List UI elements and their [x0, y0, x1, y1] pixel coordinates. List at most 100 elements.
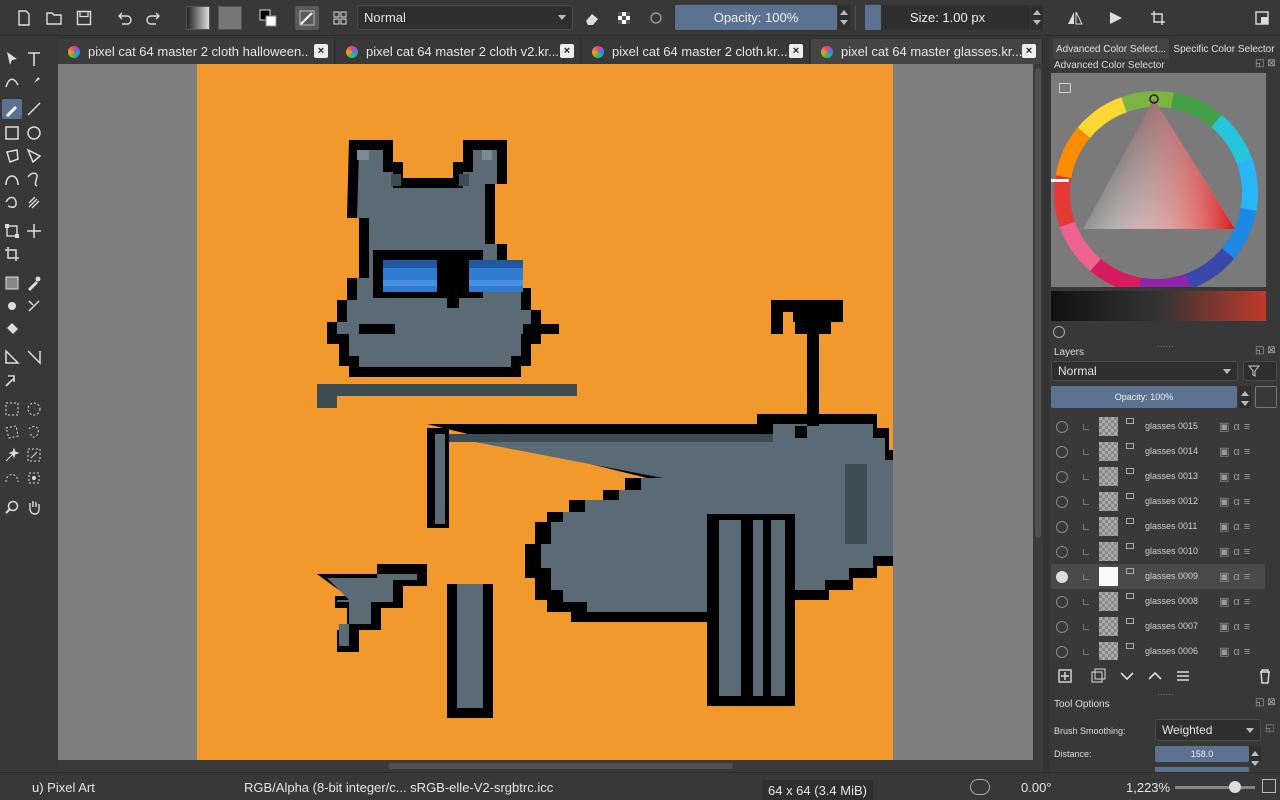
brush-preset-icon[interactable] [295, 6, 319, 30]
transform-tool-icon[interactable] [2, 221, 22, 241]
mirror-vertical-icon[interactable] [1104, 6, 1128, 30]
wrap-around-icon[interactable] [1146, 6, 1170, 30]
layers-docker-float-close-icons[interactable]: ◱ ⊠ [1255, 345, 1276, 356]
layer-opacity-spinner[interactable] [1239, 386, 1251, 408]
measure-tool-icon[interactable] [2, 347, 22, 367]
expand-chevron-icon[interactable] [1083, 599, 1089, 605]
expand-chevron-icon[interactable] [1083, 474, 1089, 480]
layer-opacity-slider[interactable]: Opacity: 100% [1051, 386, 1237, 408]
color-selector-area[interactable] [1051, 73, 1266, 299]
distance-slider[interactable]: 158.0 [1155, 746, 1249, 762]
close-tab-icon[interactable]: × [789, 44, 803, 58]
canvas-horizontal-scrollbar[interactable] [58, 760, 1033, 772]
docker-grip[interactable]: ...... [1157, 687, 1174, 698]
mirror-horizontal-icon[interactable] [1063, 6, 1087, 30]
polygon-tool-icon[interactable] [2, 146, 22, 166]
docker-float-close-icons[interactable]: ◱ ⊠ [1255, 58, 1276, 69]
image-size-status[interactable]: 64 x 64 (3.4 MiB) [762, 780, 873, 800]
hidden-eye-icon[interactable] [1056, 471, 1068, 483]
tool-options-side-icon[interactable]: ◱ [1265, 723, 1274, 734]
layer-settings-icon[interactable] [1171, 664, 1195, 688]
freehand-brush-icon[interactable] [2, 99, 22, 119]
layer-lock-alpha-icons[interactable]: ▣α≡ [1219, 545, 1254, 558]
layer-lock-alpha-icons[interactable]: ▣α≡ [1219, 645, 1254, 658]
expand-chevron-icon[interactable] [1083, 549, 1089, 555]
layer-row[interactable]: glasses 0009 ▣α≡ [1051, 564, 1265, 589]
zoom-tool-icon[interactable] [2, 497, 22, 517]
workspace-icon[interactable] [1250, 6, 1274, 30]
dynamic-brush-icon[interactable] [2, 192, 22, 212]
expand-chevron-icon[interactable] [1083, 574, 1089, 580]
redo-icon[interactable] [142, 6, 166, 30]
hidden-eye-icon[interactable] [1056, 446, 1068, 458]
edit-shapes-icon[interactable] [2, 72, 22, 92]
document-tab-1[interactable]: pixel cat 64 master 2 cloth halloween...… [58, 39, 335, 64]
size-slider[interactable]: Size: 1.00 px [865, 5, 1030, 30]
layer-lock-alpha-icons[interactable]: ▣α≡ [1219, 520, 1254, 533]
multibrush-icon[interactable] [24, 192, 44, 212]
color-picker-icon[interactable] [24, 273, 44, 293]
ellipse-tool-icon[interactable] [24, 123, 44, 143]
pixel-art-canvas[interactable] [197, 64, 925, 760]
layer-blend-mode-select[interactable]: Normal [1051, 361, 1238, 381]
polygon-select-icon[interactable] [2, 422, 22, 442]
hidden-eye-icon[interactable] [1056, 596, 1068, 608]
reload-preset-icon[interactable] [644, 6, 668, 30]
freehand-select-icon[interactable] [24, 422, 44, 442]
expand-chevron-icon[interactable] [1083, 449, 1089, 455]
undo-icon[interactable] [112, 6, 136, 30]
brush-smoothing-select[interactable]: Weighted [1155, 719, 1261, 741]
hidden-eye-icon[interactable] [1056, 646, 1068, 658]
zoom-slider-handle[interactable] [1229, 781, 1241, 793]
delete-layer-icon[interactable] [1253, 664, 1277, 688]
eraser-mode-icon[interactable] [580, 6, 604, 30]
document-tab-4-active[interactable]: pixel cat 64 master glasses.kr... × [811, 39, 1043, 64]
hidden-eye-icon[interactable] [1056, 421, 1068, 433]
reference-image-icon[interactable] [2, 370, 22, 390]
distance-spinner[interactable] [1249, 746, 1261, 766]
hidden-eye-icon[interactable] [1056, 546, 1068, 558]
gradient-preset-icon[interactable] [186, 6, 210, 30]
layer-lock-alpha-icons[interactable]: ▣α≡ [1219, 445, 1254, 458]
canvas-viewport[interactable] [58, 64, 1033, 760]
canvas-vertical-scrollbar[interactable] [1033, 64, 1043, 760]
open-folder-icon[interactable] [42, 6, 66, 30]
layer-lock-alpha-icons[interactable]: ▣α≡ [1219, 470, 1254, 483]
expand-chevron-icon[interactable] [1083, 624, 1089, 630]
document-tab-3[interactable]: pixel cat 64 master 2 cloth.kr... × [582, 39, 810, 64]
rotation-dial-icon[interactable] [970, 779, 990, 795]
layer-lock-alpha-icons[interactable]: ▣α≡ [1219, 570, 1254, 583]
document-tab-2[interactable]: pixel cat 64 master 2 cloth v2.kr... × [336, 39, 581, 64]
move-tool-icon[interactable] [24, 221, 44, 241]
select-shapes-icon[interactable] [2, 49, 22, 69]
layer-row[interactable]: glasses 0014 ▣α≡ [1051, 439, 1265, 464]
layer-filter-icon[interactable] [1243, 361, 1277, 381]
add-layer-icon[interactable] [1053, 664, 1077, 688]
freehand-path-icon[interactable] [24, 169, 44, 189]
layer-lock-alpha-icons[interactable]: ▣α≡ [1219, 595, 1254, 608]
tab-advanced-color-selector[interactable]: Advanced Color Select... [1053, 39, 1169, 59]
expand-chevron-icon[interactable] [1083, 499, 1089, 505]
expand-chevron-icon[interactable] [1083, 424, 1089, 430]
duplicate-layer-icon[interactable] [1087, 664, 1111, 688]
foreground-background-color-icon[interactable] [256, 6, 280, 30]
layer-row[interactable]: glasses 0007 ▣α≡ [1051, 614, 1265, 639]
tab-specific-color-selector[interactable]: Specific Color Selector [1173, 39, 1275, 59]
close-tab-icon[interactable]: × [560, 44, 574, 58]
close-tab-icon[interactable]: × [1022, 44, 1036, 58]
expand-chevron-icon[interactable] [1083, 524, 1089, 530]
layer-list[interactable]: glasses 0015 ▣α≡ glasses 0014 ▣α≡ glasses 00… [1051, 410, 1265, 660]
smart-patch-icon[interactable] [2, 296, 22, 316]
close-tab-icon[interactable]: × [314, 44, 328, 58]
save-icon[interactable] [72, 6, 96, 30]
layer-row[interactable]: glasses 0013 ▣α≡ [1051, 464, 1265, 489]
polyline-tool-icon[interactable] [24, 146, 44, 166]
blend-mode-select[interactable]: Normal [357, 5, 573, 30]
rectangle-tool-icon[interactable] [2, 123, 22, 143]
bezier-curve-icon[interactable] [2, 169, 22, 189]
color-history-strip[interactable] [1051, 291, 1266, 321]
brush-presets-grid-icon[interactable] [328, 6, 352, 30]
visible-eye-icon[interactable] [1056, 571, 1068, 583]
hidden-eye-icon[interactable] [1056, 496, 1068, 508]
layer-row[interactable]: glasses 0010 ▣α≡ [1051, 539, 1265, 564]
